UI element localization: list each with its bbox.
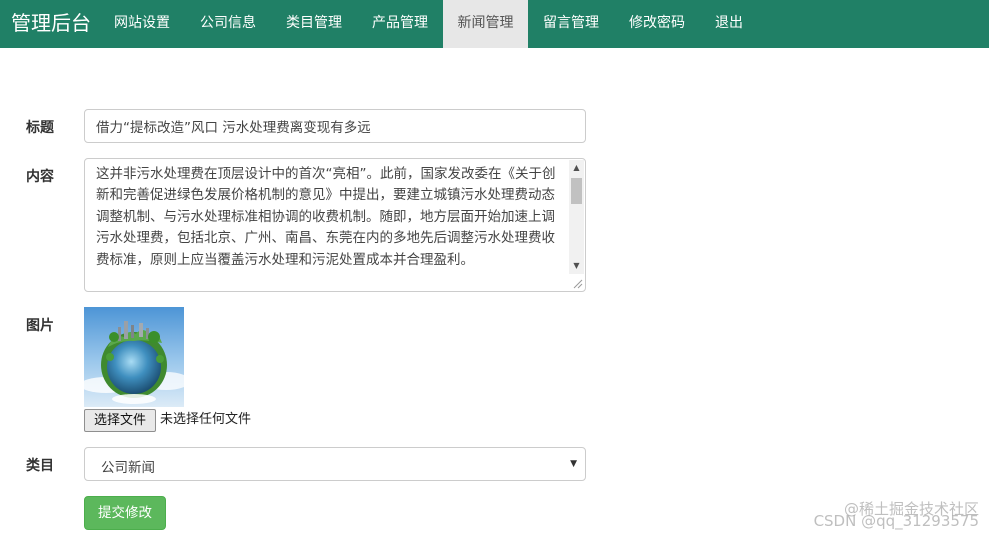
nav-item-change-password[interactable]: 修改密码 — [614, 0, 700, 48]
content-scrollbar[interactable]: ▲ ▼ — [569, 160, 584, 274]
arrow-down-icon[interactable]: ▼ — [569, 259, 584, 273]
news-thumbnail-image — [84, 307, 184, 407]
content-textarea[interactable]: 这并非污水处理费在顶层设计中的首次“亮相”。此前，国家发改委在《关于创新和完善促… — [84, 158, 586, 292]
nav-item-company-info[interactable]: 公司信息 — [185, 0, 271, 48]
choose-file-button[interactable]: 选择文件 — [84, 409, 156, 432]
content-text[interactable]: 这并非污水处理费在顶层设计中的首次“亮相”。此前，国家发改委在《关于创新和完善促… — [96, 164, 568, 271]
category-label: 类目 — [26, 458, 54, 474]
nav-item-logout[interactable]: 退出 — [700, 0, 758, 48]
scrollbar-thumb[interactable] — [571, 178, 582, 204]
watermark-line2: CSDN @qq_31293575 — [813, 512, 979, 530]
brand-title[interactable]: 管理后台 — [11, 10, 91, 36]
content-label: 内容 — [26, 169, 54, 185]
file-status-text: 未选择任何文件 — [160, 412, 252, 427]
arrow-up-icon[interactable]: ▲ — [569, 161, 584, 175]
image-label: 图片 — [26, 318, 54, 334]
title-input[interactable] — [84, 109, 586, 143]
nav-item-category-management[interactable]: 类目管理 — [271, 0, 357, 48]
nav-item-site-settings[interactable]: 网站设置 — [99, 0, 185, 48]
category-selected-value: 公司新闻 — [101, 460, 155, 476]
nav-item-message-management[interactable]: 留言管理 — [528, 0, 614, 48]
top-navbar: 管理后台 网站设置 公司信息 类目管理 产品管理 新闻管理 留言管理 修改密码 … — [0, 0, 989, 48]
category-select[interactable]: 公司新闻 ▼ — [84, 447, 586, 481]
submit-button[interactable]: 提交修改 — [84, 496, 166, 530]
nav-item-product-management[interactable]: 产品管理 — [357, 0, 443, 48]
caret-down-icon[interactable]: ▼ — [570, 459, 577, 469]
title-label: 标题 — [26, 120, 54, 136]
nav-item-news-management[interactable]: 新闻管理 — [443, 0, 528, 48]
resize-grip-icon[interactable] — [573, 279, 583, 289]
